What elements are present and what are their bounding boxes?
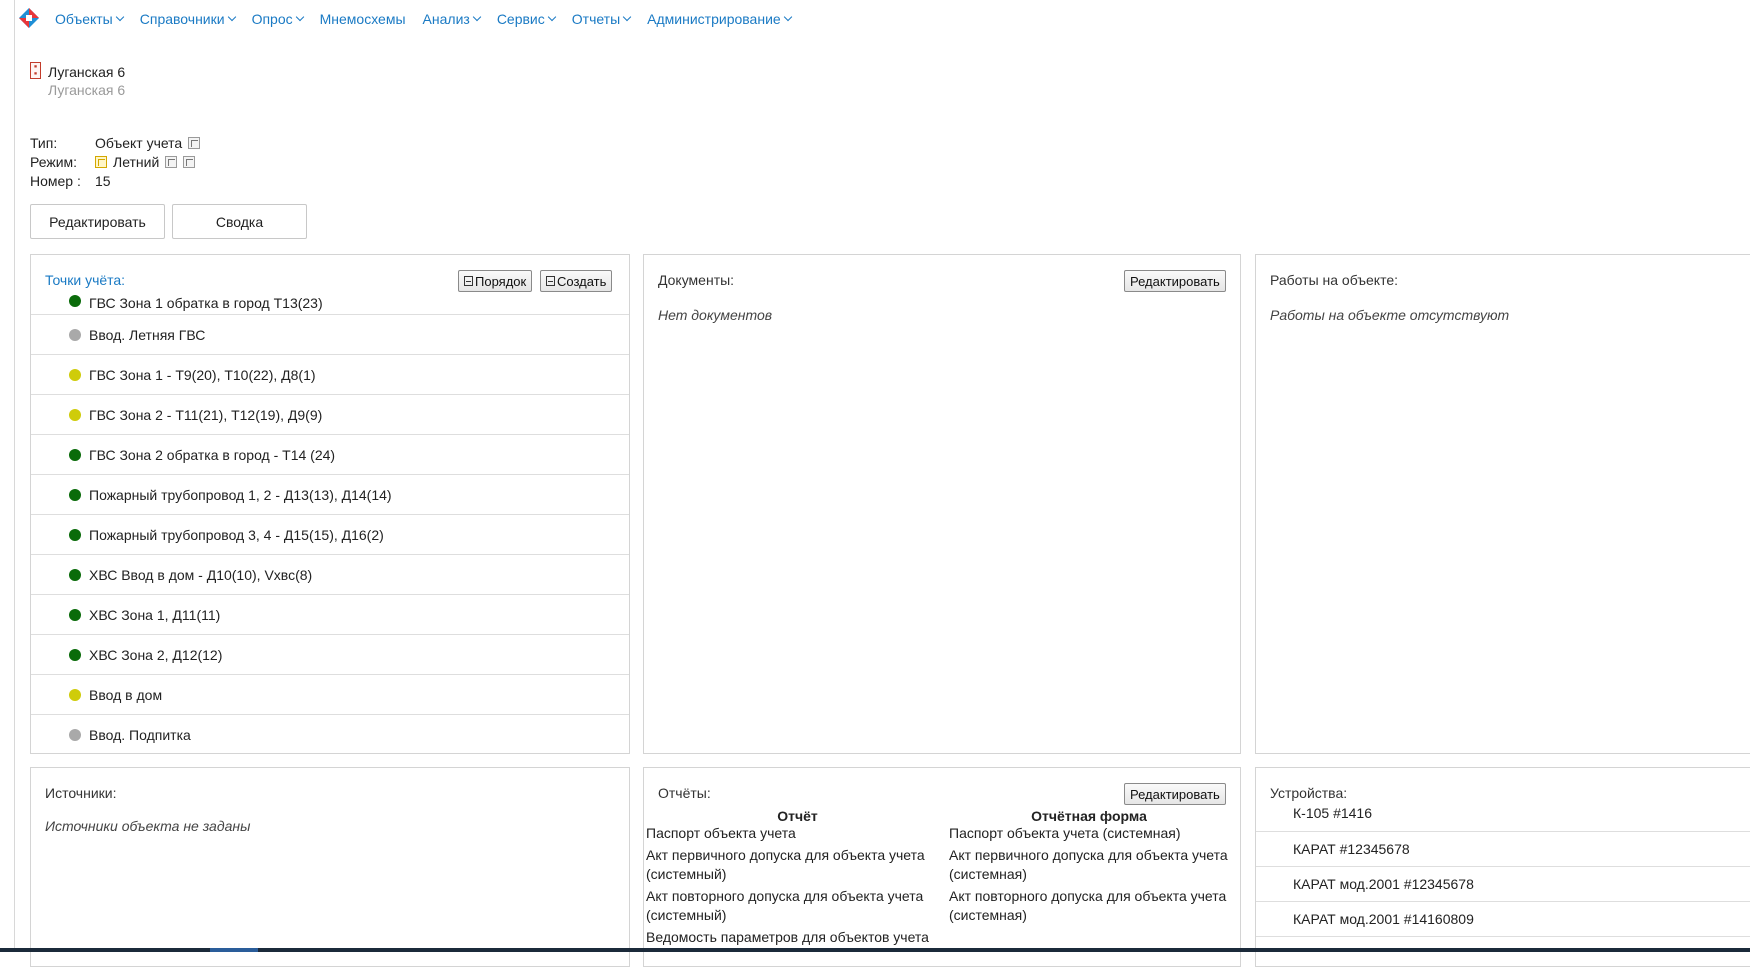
reports-table-header: Отчёт Отчётная форма bbox=[644, 808, 1240, 824]
mode-value: Летний bbox=[113, 154, 160, 170]
menu-polling[interactable]: Опрос bbox=[252, 11, 304, 27]
status-dot-icon bbox=[69, 568, 81, 581]
order-button[interactable]: Порядок bbox=[458, 270, 533, 292]
works-panel: Работы на объекте: Работы на объекте отс… bbox=[1255, 254, 1750, 754]
type-label: Тип: bbox=[30, 135, 58, 151]
object-subtitle: Луганская 6 bbox=[48, 82, 126, 98]
main-menu: Объекты Справочники Опрос Мнемосхемы Ана… bbox=[55, 11, 808, 27]
mode-value-row: Летний bbox=[95, 154, 196, 170]
taskbar-active-item[interactable] bbox=[210, 948, 258, 952]
order-icon bbox=[464, 276, 473, 286]
table-row[interactable]: Ведомость параметров для объектов учета bbox=[644, 928, 1240, 947]
status-dot-icon bbox=[69, 688, 81, 701]
type-info-icon[interactable] bbox=[188, 137, 201, 149]
metering-point-item[interactable]: ХВС Зона 1, Д11(11) bbox=[31, 595, 629, 635]
sources-empty-text: Источники объекта не заданы bbox=[45, 818, 251, 834]
status-dot-icon bbox=[69, 528, 81, 541]
metering-point-item[interactable]: Ввод. Летняя ГВС bbox=[31, 315, 629, 355]
status-dot-icon bbox=[69, 488, 81, 501]
report-form-column-header: Отчётная форма bbox=[1031, 808, 1147, 824]
menu-administration[interactable]: Администрирование bbox=[647, 11, 792, 27]
metering-point-item[interactable]: ГВС Зона 2 обратка в город - Т14 (24) bbox=[31, 435, 629, 475]
mode-switch-icon[interactable] bbox=[183, 156, 196, 168]
status-dot-icon bbox=[69, 408, 81, 421]
chevron-down-icon bbox=[115, 12, 124, 22]
metering-point-item[interactable]: Пожарный трубопровод 1, 2 - Д13(13), Д14… bbox=[31, 475, 629, 515]
chevron-down-icon bbox=[547, 12, 557, 22]
chevron-down-icon bbox=[227, 12, 236, 22]
edit-reports-button[interactable]: Редактировать bbox=[1124, 783, 1226, 805]
menu-analysis[interactable]: Анализ bbox=[423, 11, 482, 27]
table-row[interactable]: Паспорт объекта учета Паспорт объекта уч… bbox=[644, 824, 1240, 843]
chevron-down-icon bbox=[295, 12, 304, 22]
table-row[interactable]: Акт первичного допуска для объекта учета… bbox=[644, 846, 1240, 884]
page-left-border bbox=[14, 0, 15, 948]
device-item[interactable]: КАРАТ мод.2001 #12345678 bbox=[1256, 867, 1750, 902]
summer-mode-icon bbox=[95, 156, 107, 168]
metering-point-item[interactable]: Ввод в дом bbox=[31, 675, 629, 715]
documents-title: Документы: bbox=[658, 272, 735, 288]
type-value-row: Объект учета bbox=[95, 135, 201, 151]
sources-title: Источники: bbox=[45, 785, 117, 801]
create-icon bbox=[546, 276, 555, 286]
number-label: Номер : bbox=[30, 173, 81, 189]
metering-points-list: ГВС Зона 1 обратка в город Т13(23) Ввод.… bbox=[31, 293, 629, 753]
menu-directories[interactable]: Справочники bbox=[140, 11, 236, 27]
devices-list: К-105 #1416 КАРАТ #12345678 КАРАТ мод.20… bbox=[1256, 804, 1750, 937]
chevron-down-icon bbox=[783, 12, 792, 22]
metering-point-item[interactable]: Ввод. Подпитка bbox=[31, 715, 629, 753]
mode-edit-icon[interactable] bbox=[165, 156, 178, 168]
chevron-down-icon bbox=[472, 12, 482, 22]
sources-panel: Источники: Источники объекта не заданы bbox=[30, 767, 630, 967]
status-dot-icon bbox=[69, 608, 81, 621]
device-item[interactable]: К-105 #1416 bbox=[1256, 804, 1750, 832]
metering-points-title[interactable]: Точки учёта: bbox=[45, 272, 125, 288]
menu-objects[interactable]: Объекты bbox=[55, 11, 124, 27]
reports-table: Отчёт Отчётная форма Паспорт объекта уче… bbox=[644, 808, 1240, 950]
object-name: Луганская 6 bbox=[48, 64, 126, 80]
edit-documents-button[interactable]: Редактировать bbox=[1124, 270, 1226, 292]
object-type-icon: ▪ ▪ bbox=[30, 62, 41, 79]
top-nav: Объекты Справочники Опрос Мнемосхемы Ана… bbox=[0, 0, 1750, 36]
status-dot-icon bbox=[69, 295, 81, 307]
device-item[interactable]: КАРАТ мод.2001 #14160809 bbox=[1256, 902, 1750, 937]
devices-panel: Устройства: К-105 #1416 КАРАТ #12345678 … bbox=[1255, 767, 1750, 967]
summary-button[interactable]: Сводка bbox=[172, 204, 307, 239]
status-dot-icon bbox=[69, 328, 81, 341]
status-dot-icon bbox=[69, 728, 81, 741]
table-row[interactable]: Акт повторного допуска для объекта учета… bbox=[644, 887, 1240, 925]
documents-panel: Документы: Редактировать Нет документов bbox=[643, 254, 1241, 754]
works-empty-text: Работы на объекте отсутствуют bbox=[1270, 307, 1510, 323]
status-dot-icon bbox=[69, 448, 81, 461]
taskbar bbox=[0, 948, 1750, 952]
devices-title: Устройства: bbox=[1270, 785, 1348, 801]
metering-point-item[interactable]: ХВС Ввод в дом - Д10(10), Vxвс(8) bbox=[31, 555, 629, 595]
app-logo-icon[interactable] bbox=[18, 7, 40, 29]
status-dot-icon bbox=[69, 368, 81, 381]
reports-title: Отчёты: bbox=[658, 785, 711, 801]
metering-points-panel: Точки учёта: Порядок Создать ГВС Зона 1 … bbox=[30, 254, 630, 754]
device-item[interactable]: КАРАТ #12345678 bbox=[1256, 832, 1750, 867]
report-column-header: Отчёт bbox=[777, 808, 818, 824]
reports-panel: Отчёты: Редактировать Отчёт Отчётная фор… bbox=[643, 767, 1241, 967]
number-value: 15 bbox=[95, 173, 111, 189]
metering-point-item[interactable]: Пожарный трубопровод 3, 4 - Д15(15), Д16… bbox=[31, 515, 629, 555]
metering-point-item[interactable]: ГВС Зона 2 - Т11(21), Т12(19), Д9(9) bbox=[31, 395, 629, 435]
menu-mnemonics[interactable]: Мнемосхемы bbox=[320, 11, 406, 27]
documents-empty-text: Нет документов bbox=[658, 307, 773, 323]
status-dot-icon bbox=[69, 648, 81, 661]
menu-service[interactable]: Сервис bbox=[497, 11, 557, 27]
works-title: Работы на объекте: bbox=[1270, 272, 1399, 288]
chevron-down-icon bbox=[622, 12, 632, 22]
create-point-button[interactable]: Создать bbox=[540, 270, 613, 292]
menu-reports[interactable]: Отчеты bbox=[572, 11, 632, 27]
type-value: Объект учета bbox=[95, 135, 183, 151]
metering-point-item[interactable]: ГВС Зона 1 обратка в город Т13(23) bbox=[31, 293, 629, 315]
edit-object-button[interactable]: Редактировать bbox=[30, 204, 165, 239]
metering-point-item[interactable]: ХВС Зона 2, Д12(12) bbox=[31, 635, 629, 675]
metering-point-item[interactable]: ГВС Зона 1 - Т9(20), Т10(22), Д8(1) bbox=[31, 355, 629, 395]
mode-label: Режим: bbox=[30, 154, 78, 170]
